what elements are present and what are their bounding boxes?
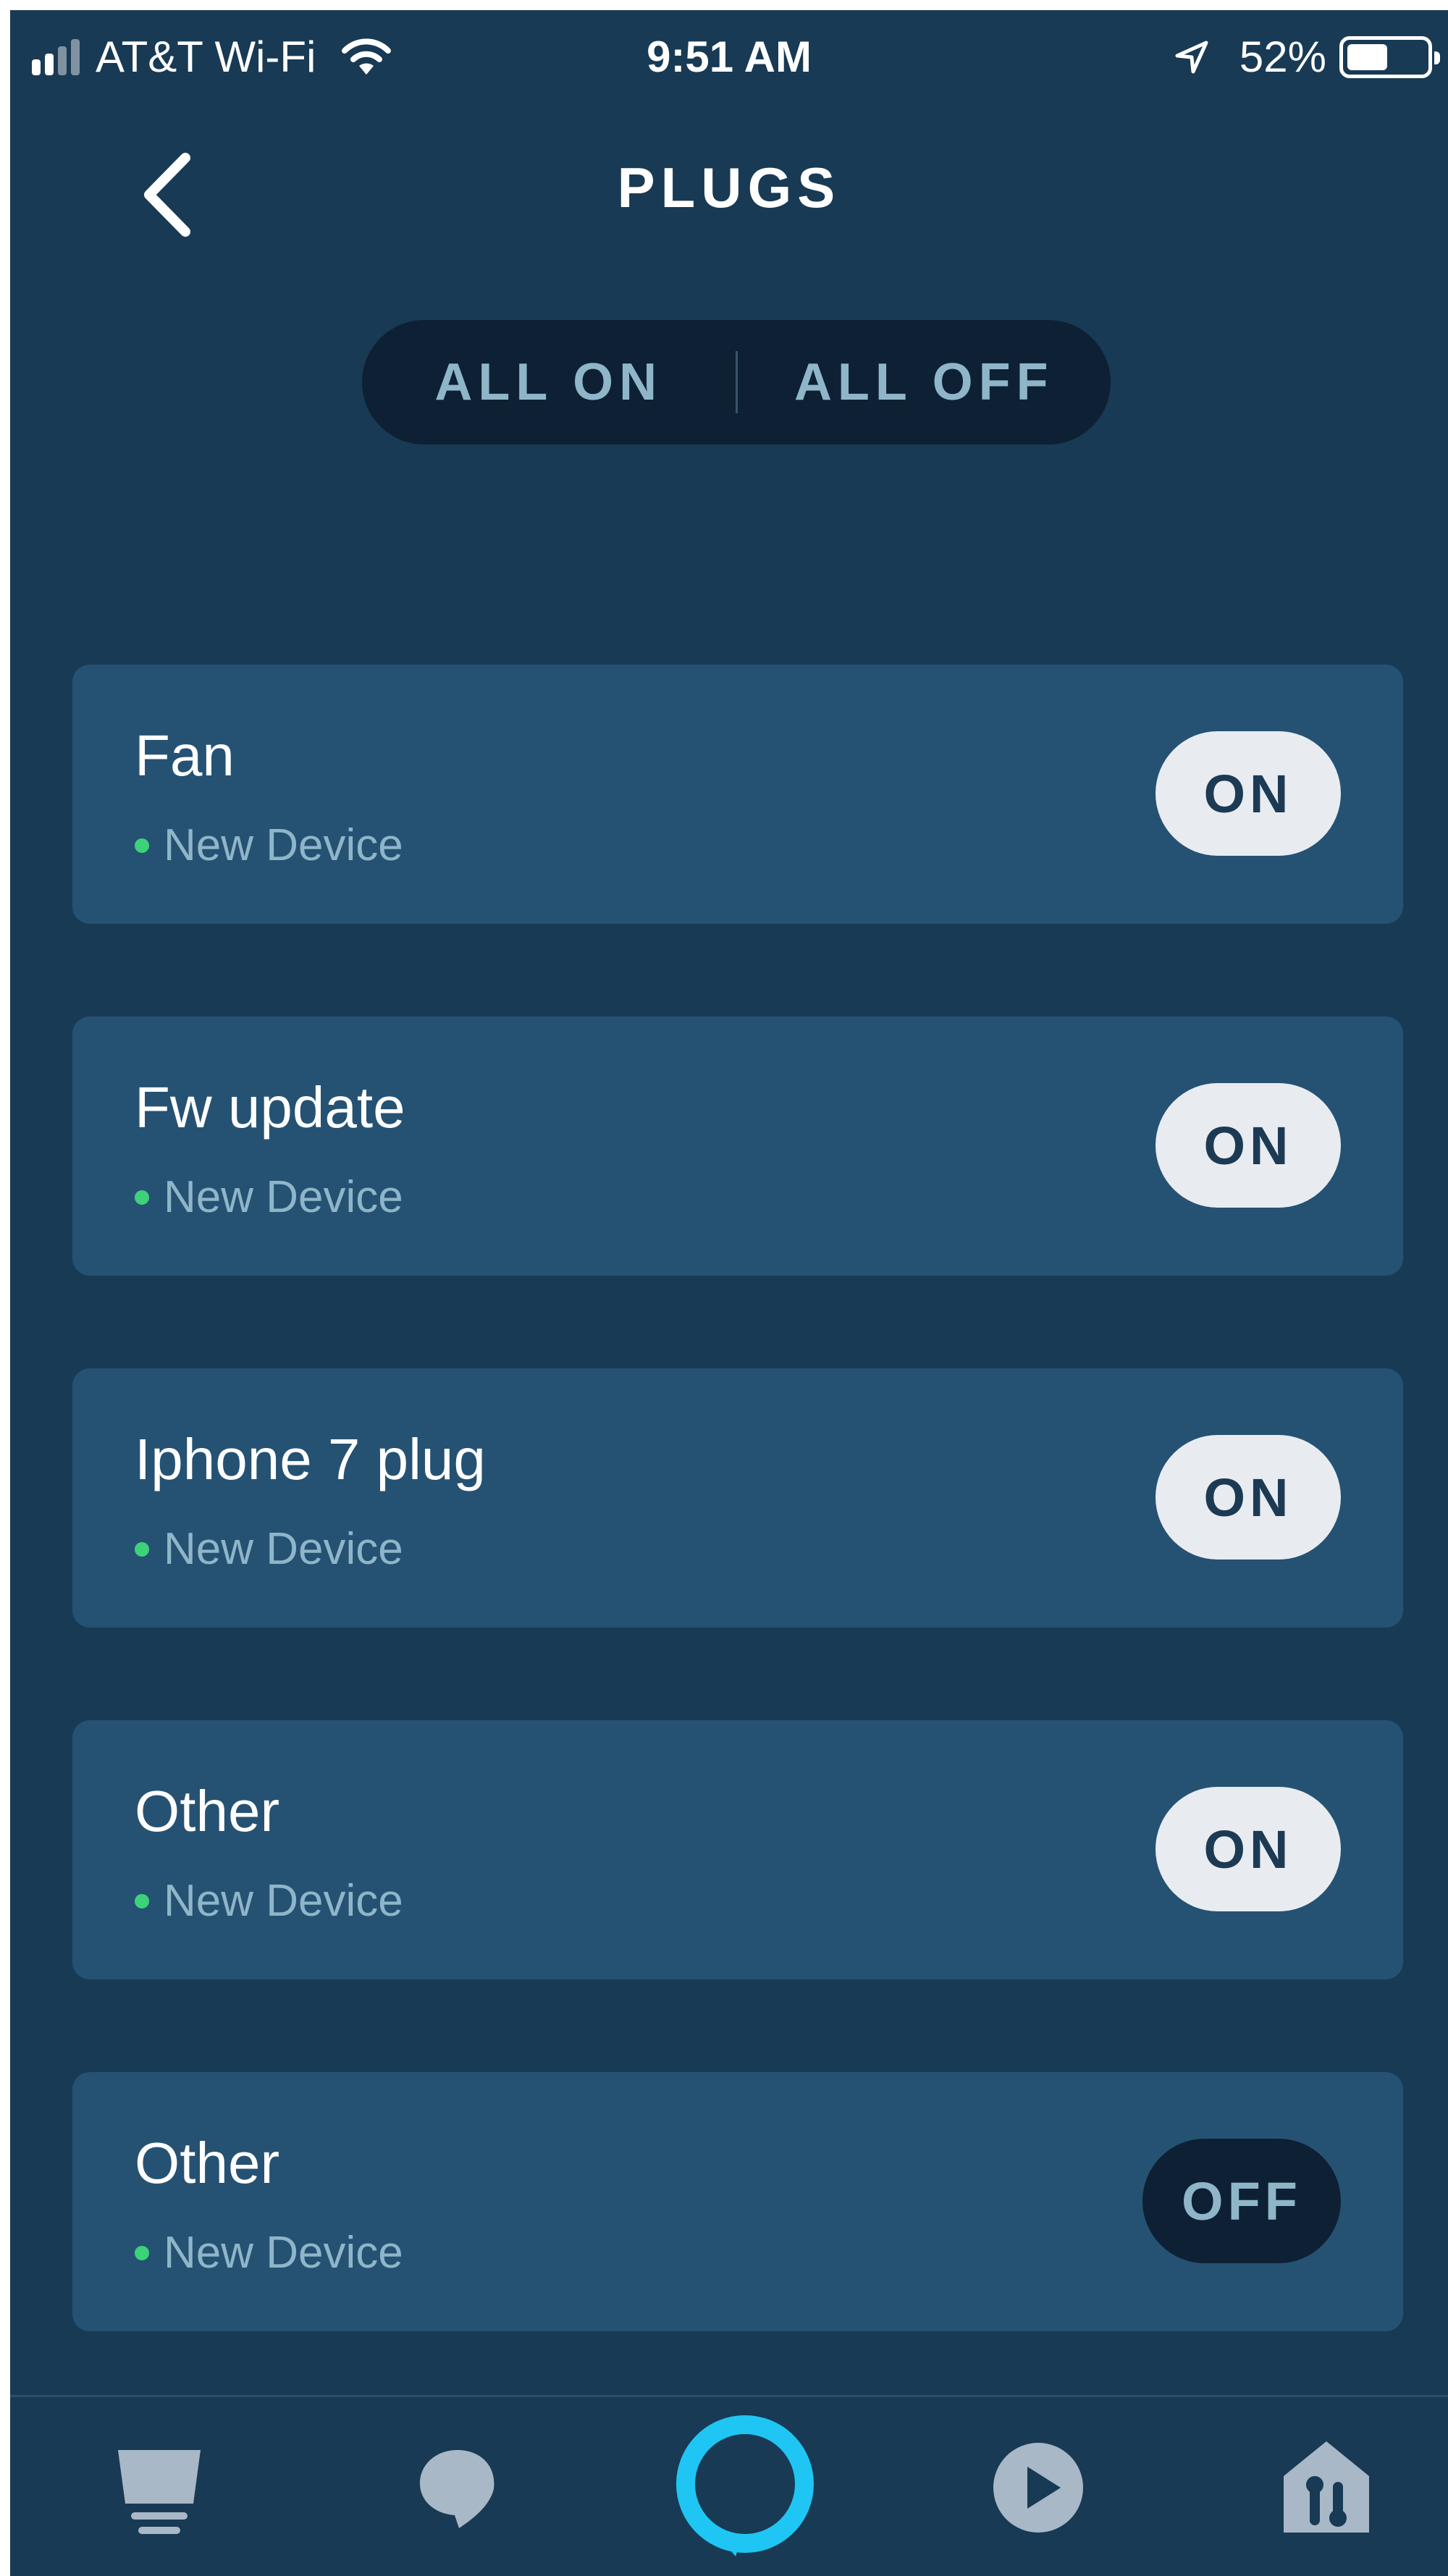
device-name: Other <box>135 2131 280 2195</box>
status-bar: AT&T Wi-Fi 9:51 AM 52% <box>10 10 1448 97</box>
device-name: Fw update <box>135 1075 405 1140</box>
status-right: 52% <box>1173 32 1440 82</box>
device-status: New Device <box>135 1171 403 1223</box>
home-icon <box>118 2450 201 2534</box>
all-toggle-control: ALL ON ALL OFF <box>362 320 1111 445</box>
battery-percentage: 52% <box>1239 33 1326 81</box>
device-status-label: New Device <box>164 1524 403 1574</box>
all-on-button[interactable]: ALL ON <box>362 353 736 412</box>
status-dot-icon <box>135 2245 149 2260</box>
status-dot-icon <box>135 1541 149 1557</box>
bottom-nav <box>10 2395 1448 2576</box>
chat-icon <box>420 2450 494 2528</box>
device-card[interactable]: Fan New Device ON <box>72 665 1403 924</box>
device-status: New Device <box>135 1523 403 1575</box>
device-status-label: New Device <box>164 1876 403 1926</box>
device-name: Iphone 7 plug <box>135 1427 486 1491</box>
power-toggle-button[interactable]: ON <box>1156 1435 1341 1560</box>
power-toggle-button[interactable]: ON <box>1156 1787 1341 1911</box>
device-status: New Device <box>135 820 403 871</box>
device-card[interactable]: Other New Device ON <box>72 1720 1403 1979</box>
device-card[interactable]: Iphone 7 plug New Device ON <box>72 1368 1403 1628</box>
status-dot-icon <box>135 1190 149 1205</box>
devices-icon <box>1284 2441 1369 2533</box>
device-name: Other <box>135 1779 280 1843</box>
nav-alexa[interactable] <box>662 2397 828 2576</box>
device-status-label: New Device <box>164 2228 403 2278</box>
app-screen: AT&T Wi-Fi 9:51 AM 52% PLUGS ALL ON ALL … <box>10 10 1448 2576</box>
page-title: PLUGS <box>617 156 841 219</box>
battery-icon <box>1339 35 1440 78</box>
device-status: New Device <box>135 2227 403 2278</box>
alexa-icon <box>676 2415 814 2556</box>
device-status: New Device <box>135 1875 403 1927</box>
location-arrow-icon <box>1175 41 1208 73</box>
nav-home[interactable] <box>94 2397 224 2576</box>
header: PLUGS <box>10 126 1448 249</box>
device-status-label: New Device <box>164 820 403 870</box>
device-name: Fan <box>135 723 235 788</box>
play-icon <box>993 2443 1083 2533</box>
power-toggle-button[interactable]: ON <box>1156 731 1341 856</box>
power-toggle-button[interactable]: OFF <box>1142 2139 1341 2263</box>
power-toggle-button[interactable]: ON <box>1156 1083 1341 1208</box>
device-card[interactable]: Fw update New Device ON <box>72 1016 1403 1276</box>
status-dot-icon <box>135 1893 149 1908</box>
device-card[interactable]: Other New Device OFF <box>72 2072 1403 2331</box>
device-status-label: New Device <box>164 1172 403 1222</box>
nav-communicate[interactable] <box>392 2397 523 2576</box>
nav-devices[interactable] <box>1261 2397 1392 2576</box>
nav-play[interactable] <box>973 2397 1103 2576</box>
status-dot-icon <box>135 838 149 853</box>
all-off-button[interactable]: ALL OFF <box>738 353 1111 412</box>
